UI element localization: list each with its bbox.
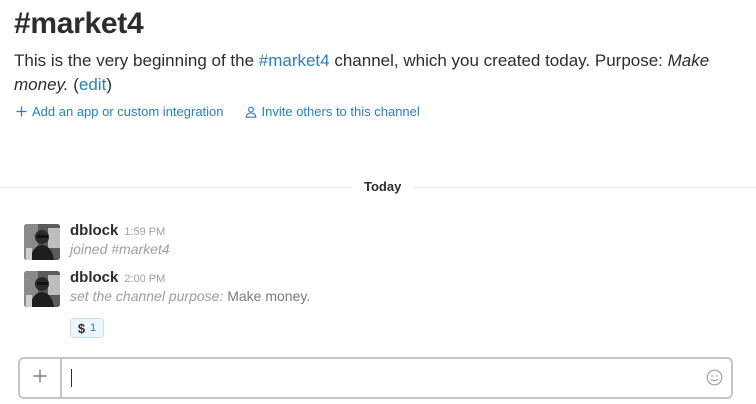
- channel-intro-text: This is the very beginning of the #marke…: [14, 49, 742, 97]
- add-integration-label: Add an app or custom integration: [32, 104, 224, 119]
- sender-name[interactable]: dblock: [70, 222, 118, 239]
- plus-icon: [14, 105, 28, 119]
- channel-actions: Add an app or custom integration Invite …: [14, 104, 440, 119]
- message-composer: [18, 357, 733, 399]
- message-text-value: Make money.: [227, 288, 311, 304]
- plus-icon: [33, 369, 47, 388]
- reaction-count: 1: [90, 322, 97, 334]
- add-integration-link[interactable]: Add an app or custom integration: [14, 104, 224, 119]
- edit-close-paren: ): [106, 75, 112, 94]
- message-text-prefix: set the channel purpose:: [70, 288, 228, 304]
- person-icon: [244, 105, 258, 119]
- message-input[interactable]: [64, 359, 684, 397]
- text-caret: [71, 369, 72, 387]
- message-timestamp[interactable]: 1:59 PM: [124, 226, 165, 238]
- dollar-emoji-icon: $: [77, 320, 86, 336]
- edit-purpose-link[interactable]: edit: [79, 75, 106, 94]
- message-header: dblock 1:59 PM: [70, 222, 170, 239]
- message-timestamp[interactable]: 2:00 PM: [124, 273, 165, 285]
- composer-add-button[interactable]: [20, 359, 62, 397]
- smiley-icon[interactable]: [706, 369, 723, 386]
- intro-middle: channel, which you created today. Purpos…: [329, 51, 668, 70]
- invite-others-label: Invite others to this channel: [261, 104, 420, 119]
- message-text: set the channel purpose: Make money.: [70, 288, 310, 304]
- day-divider-label: Today: [352, 178, 414, 196]
- message-header: dblock 2:00 PM: [70, 269, 310, 286]
- channel-title: #market4: [14, 7, 144, 40]
- avatar[interactable]: [24, 224, 60, 260]
- reaction-button[interactable]: $ 1: [70, 318, 104, 338]
- edit-open-paren: (: [68, 75, 79, 94]
- message-body: dblock 1:59 PM joined #market4: [70, 222, 170, 257]
- intro-channel-link[interactable]: #market4: [259, 51, 330, 70]
- message-body: dblock 2:00 PM set the channel purpose: …: [70, 269, 310, 304]
- channel-intro: #market4 This is the very beginning of t…: [14, 6, 744, 97]
- intro-prefix: This is the very beginning of the: [14, 51, 259, 70]
- invite-others-link[interactable]: Invite others to this channel: [244, 104, 420, 119]
- avatar[interactable]: [24, 271, 60, 307]
- sender-name[interactable]: dblock: [70, 269, 118, 286]
- message-text: joined #market4: [70, 241, 170, 257]
